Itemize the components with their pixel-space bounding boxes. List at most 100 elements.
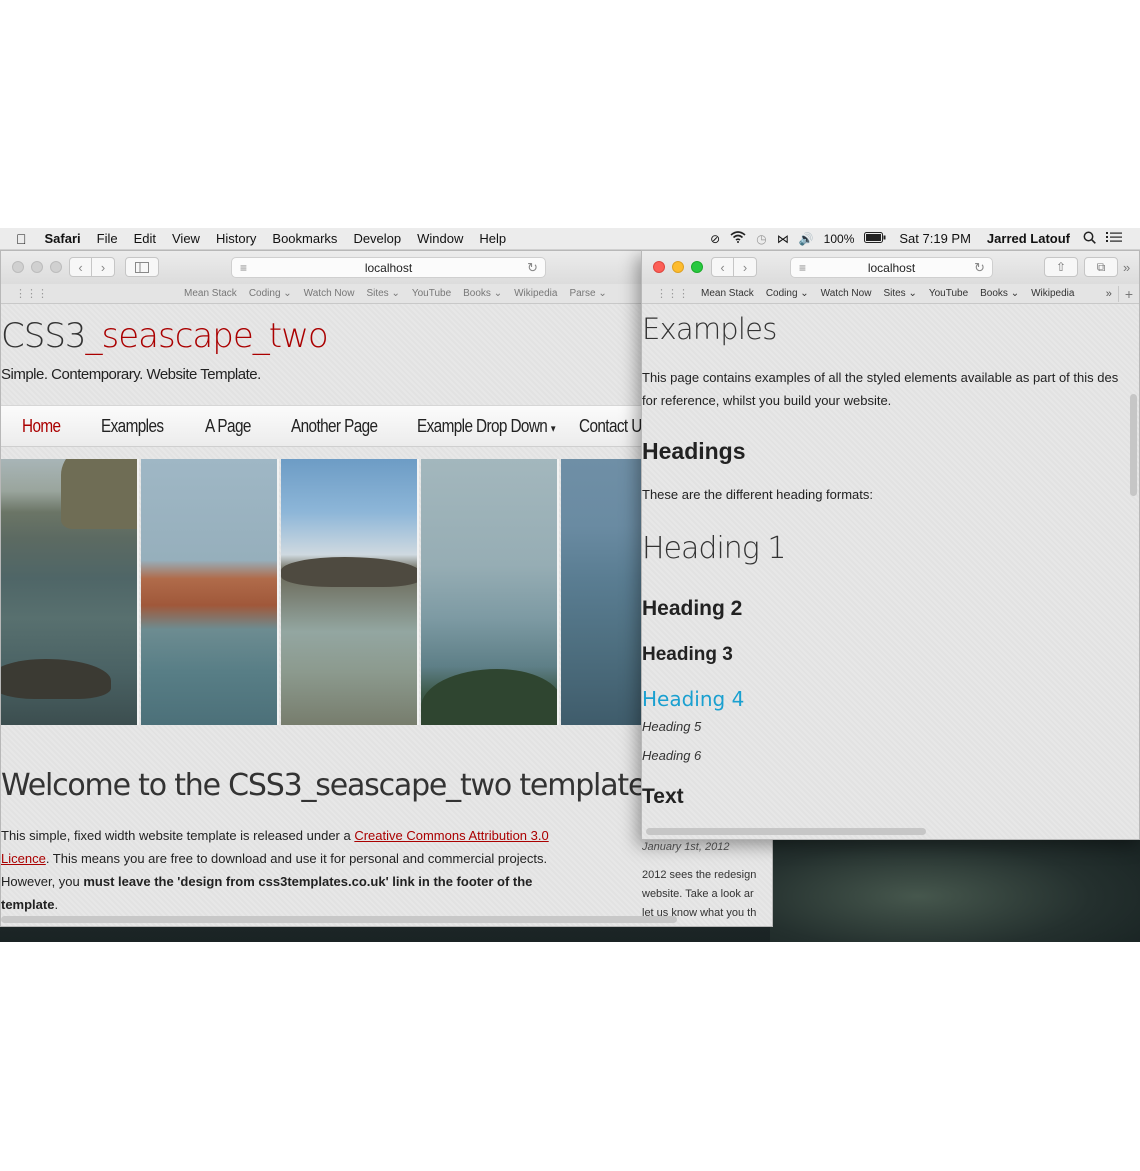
menu-window[interactable]: Window <box>409 231 471 246</box>
site-subtitle: Simple. Contemporary. Website Template. <box>1 366 261 383</box>
favorites-bar: ⋮⋮⋮ Mean Stack Coding ⌄ Watch Now Sites … <box>642 284 1139 304</box>
horizontal-scrollbar[interactable] <box>1 916 677 923</box>
close-button[interactable] <box>12 261 24 273</box>
welcome-heading: Welcome to the CSS3_seascape_two templat… <box>1 768 646 803</box>
menu-develop[interactable]: Develop <box>345 231 409 246</box>
menu-help[interactable]: Help <box>471 231 514 246</box>
bluetooth-icon[interactable]: ⋈ <box>772 232 794 246</box>
fav-books[interactable]: Books ⌄ <box>974 288 1025 299</box>
fav-coding[interactable]: Coding ⌄ <box>760 288 815 299</box>
battery-icon[interactable] <box>859 231 891 246</box>
forward-icon[interactable]: › <box>734 257 757 277</box>
back-icon[interactable]: ‹ <box>69 257 92 277</box>
more-favorites-icon[interactable]: » <box>1100 288 1118 300</box>
menu-edit[interactable]: Edit <box>126 231 164 246</box>
nav-buttons: ‹ › <box>69 257 115 277</box>
fav-parse[interactable]: Parse ⌄ <box>563 288 612 299</box>
reader-icon[interactable]: ≡ <box>240 261 247 275</box>
fav-coding[interactable]: Coding ⌄ <box>243 288 298 299</box>
seascape-image-3 <box>281 459 419 725</box>
nav-contact-us[interactable]: Contact Us <box>579 416 649 437</box>
fav-sites[interactable]: Sites ⌄ <box>877 288 922 299</box>
zoom-button[interactable] <box>691 261 703 273</box>
seascape-image-2 <box>141 459 279 725</box>
minimize-button[interactable] <box>672 261 684 273</box>
menu-bookmarks[interactable]: Bookmarks <box>264 231 345 246</box>
seascape-image-1 <box>1 459 139 725</box>
fav-youtube[interactable]: YouTube <box>923 288 974 299</box>
para-bold: must leave the 'design from css3template… <box>83 874 533 889</box>
intro-paragraph: This page contains examples of all the s… <box>642 366 1127 412</box>
license-link-2[interactable]: Licence <box>1 851 46 866</box>
web-page-right[interactable]: Examples This page contains examples of … <box>642 304 1139 839</box>
site-title[interactable]: CSS3_seascape_two <box>1 316 329 356</box>
user-name[interactable]: Jarred Latouf <box>979 231 1078 246</box>
safari-window-right[interactable]: ‹ › ≡ localhost ↻ ⇧ ⧉ » ⋮⋮⋮ Mean Stack C… <box>641 250 1140 840</box>
intro-line-1: This page contains examples of all the s… <box>642 370 1119 385</box>
headings-title: Headings <box>642 438 746 464</box>
nav-dropdown-label: Example Drop Down <box>417 415 548 436</box>
menu-app-name[interactable]: Safari <box>37 231 89 246</box>
new-tab-icon[interactable]: + <box>1117 285 1139 302</box>
reload-icon[interactable]: ↻ <box>527 260 538 276</box>
heading-4-sample: Heading 4 <box>642 687 745 711</box>
fav-watch-now[interactable]: Watch Now <box>815 288 878 299</box>
battery-percent: 100% <box>823 231 855 246</box>
tabs-icon[interactable]: ⧉ <box>1084 257 1118 277</box>
menu-history[interactable]: History <box>208 231 264 246</box>
reader-icon[interactable]: ≡ <box>799 261 806 275</box>
para-text-1: This simple, fixed width website templat… <box>1 828 355 843</box>
url-text: localhost <box>867 260 916 275</box>
clock[interactable]: Sat 7:19 PM <box>891 231 979 246</box>
wifi-icon[interactable] <box>725 231 751 246</box>
fav-mean-stack[interactable]: Mean Stack <box>695 288 760 299</box>
apple-icon[interactable]:  <box>0 231 37 247</box>
fav-wikipedia[interactable]: Wikipedia <box>508 288 563 299</box>
vertical-scrollbar[interactable] <box>1130 394 1137 496</box>
list-icon[interactable] <box>1101 231 1140 246</box>
rock-shape <box>281 557 417 587</box>
site-title-accent: _seascape_two <box>85 316 329 356</box>
sidebar-icon[interactable] <box>125 257 159 277</box>
overflow-chevron-icon[interactable]: » <box>1123 260 1130 275</box>
zoom-button[interactable] <box>50 261 62 273</box>
menu-bar:  Safari File Edit View History Bookmark… <box>0 228 1140 250</box>
share-icon[interactable]: ⇧ <box>1044 257 1078 277</box>
news-line-1: 2012 sees the redesign <box>642 869 757 881</box>
para-text-2: . This means you are free to download an… <box>45 851 548 866</box>
fav-watch-now[interactable]: Watch Now <box>298 288 361 299</box>
address-bar[interactable]: ≡ localhost ↻ <box>231 257 546 278</box>
nav-another-page[interactable]: Another Page <box>291 416 378 437</box>
fav-sites[interactable]: Sites ⌄ <box>360 288 405 299</box>
para-text-3: However, you <box>1 874 84 889</box>
menu-view[interactable]: View <box>164 231 208 246</box>
grid-icon[interactable]: ⋮⋮⋮ <box>656 287 689 300</box>
back-icon[interactable]: ‹ <box>711 257 734 277</box>
news-sidebar-peek: January 1st, 2012 2012 sees the redesign… <box>642 839 770 924</box>
address-bar[interactable]: ≡ localhost ↻ <box>790 257 993 278</box>
grid-icon[interactable]: ⋮⋮⋮ <box>15 287 48 300</box>
seascape-image-4 <box>421 459 559 725</box>
fav-mean-stack[interactable]: Mean Stack <box>178 288 243 299</box>
fav-youtube[interactable]: YouTube <box>406 288 457 299</box>
nav-a-page[interactable]: A Page <box>205 416 251 437</box>
forward-icon[interactable]: › <box>92 257 115 277</box>
minimize-button[interactable] <box>31 261 43 273</box>
caret-down-icon: ▾ <box>550 422 556 435</box>
nav-home[interactable]: Home <box>22 416 61 437</box>
nav-examples[interactable]: Examples <box>101 416 164 437</box>
close-button[interactable] <box>653 261 665 273</box>
do-not-disturb-icon[interactable]: ⊘ <box>705 232 725 246</box>
volume-icon[interactable]: 🔊 <box>794 232 819 246</box>
menu-file[interactable]: File <box>89 231 126 246</box>
nav-example-drop-down[interactable]: Example Drop Down ▾ <box>417 415 556 437</box>
search-icon[interactable] <box>1078 231 1101 247</box>
time-machine-icon[interactable]: ◷ <box>751 232 771 246</box>
title-bar[interactable]: ‹ › ≡ localhost ↻ ⇧ ⧉ » <box>642 251 1139 284</box>
reload-icon[interactable]: ↻ <box>974 260 985 276</box>
horizontal-scrollbar[interactable] <box>646 828 926 835</box>
fav-wikipedia[interactable]: Wikipedia <box>1025 288 1080 299</box>
nav-buttons: ‹ › <box>711 257 757 277</box>
fav-books[interactable]: Books ⌄ <box>457 288 508 299</box>
license-link[interactable]: Creative Commons Attribution 3.0 <box>354 828 548 843</box>
